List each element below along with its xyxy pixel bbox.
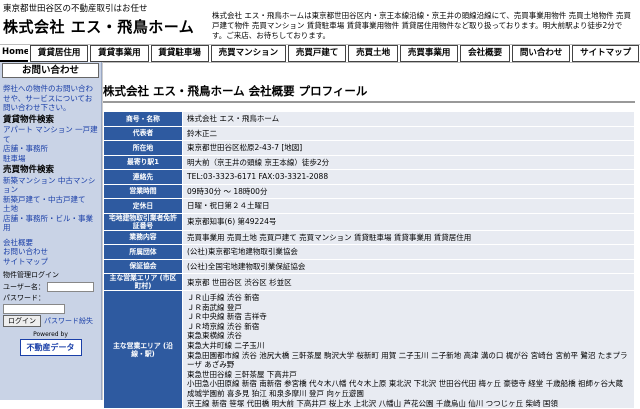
nav-sale-land[interactable]: 売買土地 bbox=[348, 45, 398, 62]
username-label: ユーザー名： bbox=[3, 282, 45, 291]
railway-line-item: ＪＲ山手線 渋谷 新宿 bbox=[187, 293, 260, 302]
profile-key: 最寄り駅1 bbox=[103, 154, 183, 170]
rental-link-shop-office[interactable]: 店舗・事務所 bbox=[3, 144, 98, 154]
profile-value: 東京都 世田谷区 渋谷区 杉並区 bbox=[182, 273, 635, 291]
profile-value: (公社)東京都宅地建物取引業協会 bbox=[182, 244, 635, 260]
title-divider bbox=[103, 101, 635, 103]
profile-row: 主な営業エリア (市区町村) 東京都 世田谷区 渋谷区 杉並区 bbox=[103, 273, 635, 291]
profile-value: 鈴木正二 bbox=[182, 125, 635, 141]
nav-sale-house[interactable]: 売買戸建て bbox=[288, 45, 347, 62]
sale-link-house[interactable]: 新築戸建て・中古戸建て bbox=[3, 195, 98, 205]
profile-key: 保証協会 bbox=[103, 258, 183, 274]
profile-table: 商号・名称 株式会社 エス・飛鳥ホーム 代表者 鈴木正二 所在地 東京都世田谷区松原2-4… bbox=[103, 111, 635, 409]
password-input[interactable] bbox=[3, 303, 65, 314]
railway-line-item: ＪＲ埼京線 渋谷 新宿 bbox=[187, 321, 260, 331]
nav-sale-business[interactable]: 売買事業用 bbox=[400, 45, 459, 62]
profile-row: 所在地 東京都世田谷区松原2-43-7 [地図] bbox=[103, 140, 635, 156]
main-content: 株式会社 エス・飛鳥ホーム 会社概要 プロフィール 商号・名称 株式会社 エス・飛… bbox=[102, 62, 640, 409]
profile-value-lines: ＪＲ山手線 渋谷 新宿 ＪＲ南武線 登戸 ＪＲ中央線 新宿 吉祥寺 ＪＲ埼京線 渋谷 … bbox=[182, 289, 635, 409]
profile-key: 業務内容 bbox=[103, 229, 183, 245]
main-nav: Home 賃貸居住用 賃貸事業用 賃貸駐車場 売買マンション 売買戸建て 売買土… bbox=[0, 44, 640, 63]
profile-key: 所属団体 bbox=[103, 244, 183, 260]
nav-home[interactable]: Home bbox=[0, 45, 28, 62]
profile-row: 所属団体 (公社)東京都宅地建物取引業協会 bbox=[103, 244, 635, 260]
side-link-sitemap[interactable]: サイトマップ bbox=[3, 257, 98, 267]
contact-text-link[interactable]: 弊社への物件のお問い合わせや、サービスについてお問い合わせ下さい。 bbox=[3, 84, 98, 113]
sale-link-land[interactable]: 土地 bbox=[3, 204, 98, 214]
company-title[interactable]: 株式会社 エス・飛鳥ホーム bbox=[3, 16, 194, 37]
profile-value: (公社)全国宅地建物取引業保証協会 bbox=[182, 258, 635, 274]
profile-value: 東京都知事(6) 第49224号 bbox=[182, 212, 635, 231]
profile-key: 商号・名称 bbox=[103, 111, 183, 127]
realestate-data-logo[interactable]: 不動産データ bbox=[19, 339, 82, 356]
profile-value: 09時30分 ～ 18時00分 bbox=[182, 183, 635, 199]
profile-value: 明大前（京王井の頭線 京王本線）徒歩2分 bbox=[182, 154, 635, 170]
profile-key: 所在地 bbox=[103, 140, 183, 156]
profile-row: 代表者 鈴木正二 bbox=[103, 125, 635, 141]
profile-value: 株式会社 エス・飛鳥ホーム bbox=[182, 111, 635, 127]
railway-line-item: ＪＲ南武線 登戸 bbox=[187, 302, 242, 312]
railway-line-item: 東急大井町線 二子玉川 bbox=[187, 340, 265, 350]
rental-link-residential[interactable]: アパート マンション 一戸建て bbox=[3, 125, 98, 144]
password-label: パスワード： bbox=[3, 293, 45, 302]
login-pass-input-row bbox=[3, 303, 98, 314]
login-actions: ログイン パスワード紛失 bbox=[3, 315, 98, 327]
profile-row: 商号・名称 株式会社 エス・飛鳥ホーム bbox=[103, 111, 635, 127]
profile-row: 宅地建物取引業者免許証番号 東京都知事(6) 第49224号 bbox=[103, 212, 635, 231]
username-input[interactable] bbox=[46, 281, 94, 292]
profile-key: 定休日 bbox=[103, 198, 183, 214]
profile-row: 保証協会 (公社)全国宅地建物取引業保証協会 bbox=[103, 258, 635, 274]
powered-by-label: Powered by bbox=[33, 331, 68, 338]
profile-value: 日曜・祝日第２４土曜日 bbox=[182, 198, 635, 214]
nav-sale-mansion[interactable]: 売買マンション bbox=[210, 45, 286, 62]
profile-row: 最寄り駅1 明大前（京王井の頭線 京王本線）徒歩2分 bbox=[103, 154, 635, 170]
railway-line-item: 東急世田谷線 三軒茶屋 下高井戸 bbox=[187, 369, 297, 379]
profile-value: TEL:03-3323-6171 FAX:03-3321-2088 bbox=[182, 169, 635, 185]
nav-rent-business[interactable]: 賃貸事業用 bbox=[90, 45, 149, 62]
nav-rent-residential[interactable]: 賃貸居住用 bbox=[30, 45, 89, 62]
intro-text: 株式会社 エス・飛鳥ホームは東京都世田谷区内・京王本線沿線・京王井の頭線沿線にて… bbox=[212, 11, 632, 40]
nav-sitemap[interactable]: サイトマップ bbox=[572, 45, 639, 62]
login-user-row: ユーザー名： bbox=[3, 281, 98, 292]
profile-key: 宅地建物取引業者免許証番号 bbox=[103, 212, 183, 231]
profile-value: 東京都世田谷区松原2-43-7 [地図] bbox=[182, 140, 635, 156]
side-link-company[interactable]: 会社概要 bbox=[3, 238, 98, 248]
profile-key: 連絡先 bbox=[103, 169, 183, 185]
sidebar: お問い合わせ 弊社への物件のお問い合わせや、サービスについてお問い合わせ下さい。… bbox=[0, 62, 102, 400]
railway-line-item: 東急東横線 渋谷 bbox=[187, 331, 242, 341]
site-tagline: 東京都世田谷区の不動産取引はお任せ bbox=[3, 4, 148, 14]
sale-search-heading: 売買物件検索 bbox=[3, 165, 55, 175]
contact-heading-button[interactable]: お問い合わせ bbox=[2, 63, 99, 78]
profile-row: 営業時間 09時30分 ～ 18時00分 bbox=[103, 183, 635, 199]
railway-line-item: 東急田園都市線 渋谷 池尻大橋 三軒茶屋 駒沢大学 桜新町 用賀 二子玉川 二子… bbox=[187, 350, 628, 370]
profile-row: 連絡先 TEL:03-3323-6171 FAX:03-3321-2088 bbox=[103, 169, 635, 185]
railway-line-item: ＪＲ中央線 新宿 吉祥寺 bbox=[187, 312, 267, 322]
profile-key: 主な営業エリア (沿線・駅) bbox=[103, 289, 183, 409]
railway-line-item: 小田急小田原線 新宿 南新宿 参宮橋 代々木八幡 代々木上原 東北沢 下北沢 世… bbox=[187, 379, 623, 398]
profile-key: 代表者 bbox=[103, 125, 183, 141]
profile-row: 業務内容 売買事業用 売買土地 売買戸建て 売買マンション 賃貸駐車場 賃貸事業用… bbox=[103, 229, 635, 245]
login-button[interactable]: ログイン bbox=[3, 315, 41, 327]
profile-key: 営業時間 bbox=[103, 183, 183, 199]
login-title: 物件管理ログイン bbox=[3, 271, 59, 279]
forgot-password-link[interactable]: パスワード紛失 bbox=[44, 316, 93, 326]
rental-search-heading: 賃貸物件検索 bbox=[3, 114, 55, 125]
profile-row-lines: 主な営業エリア (沿線・駅) ＪＲ山手線 渋谷 新宿 ＪＲ南武線 登戸 ＪＲ中央線 新… bbox=[103, 289, 635, 409]
side-link-contact[interactable]: お問い合わせ bbox=[3, 247, 98, 257]
profile-row: 定休日 日曜・祝日第２４土曜日 bbox=[103, 198, 635, 214]
nav-company[interactable]: 会社概要 bbox=[460, 45, 510, 62]
sale-link-business[interactable]: 店舗・事務所・ビル・事業用 bbox=[3, 214, 98, 233]
nav-rent-parking[interactable]: 賃貸駐車場 bbox=[150, 45, 209, 62]
login-pass-row: パスワード： bbox=[3, 292, 98, 303]
rental-link-parking[interactable]: 駐車場 bbox=[3, 154, 98, 164]
profile-value: 売買事業用 売買土地 売買戸建て 売買マンション 賃貸駐車場 賃貸事業用 賃貸居… bbox=[182, 229, 635, 245]
sale-link-mansion[interactable]: 新築マンション 中古マンション bbox=[3, 176, 98, 195]
nav-contact[interactable]: 問い合わせ bbox=[512, 45, 571, 62]
profile-key: 主な営業エリア (市区町村) bbox=[103, 273, 183, 291]
page-title: 株式会社 エス・飛鳥ホーム 会社概要 プロフィール bbox=[103, 84, 368, 98]
